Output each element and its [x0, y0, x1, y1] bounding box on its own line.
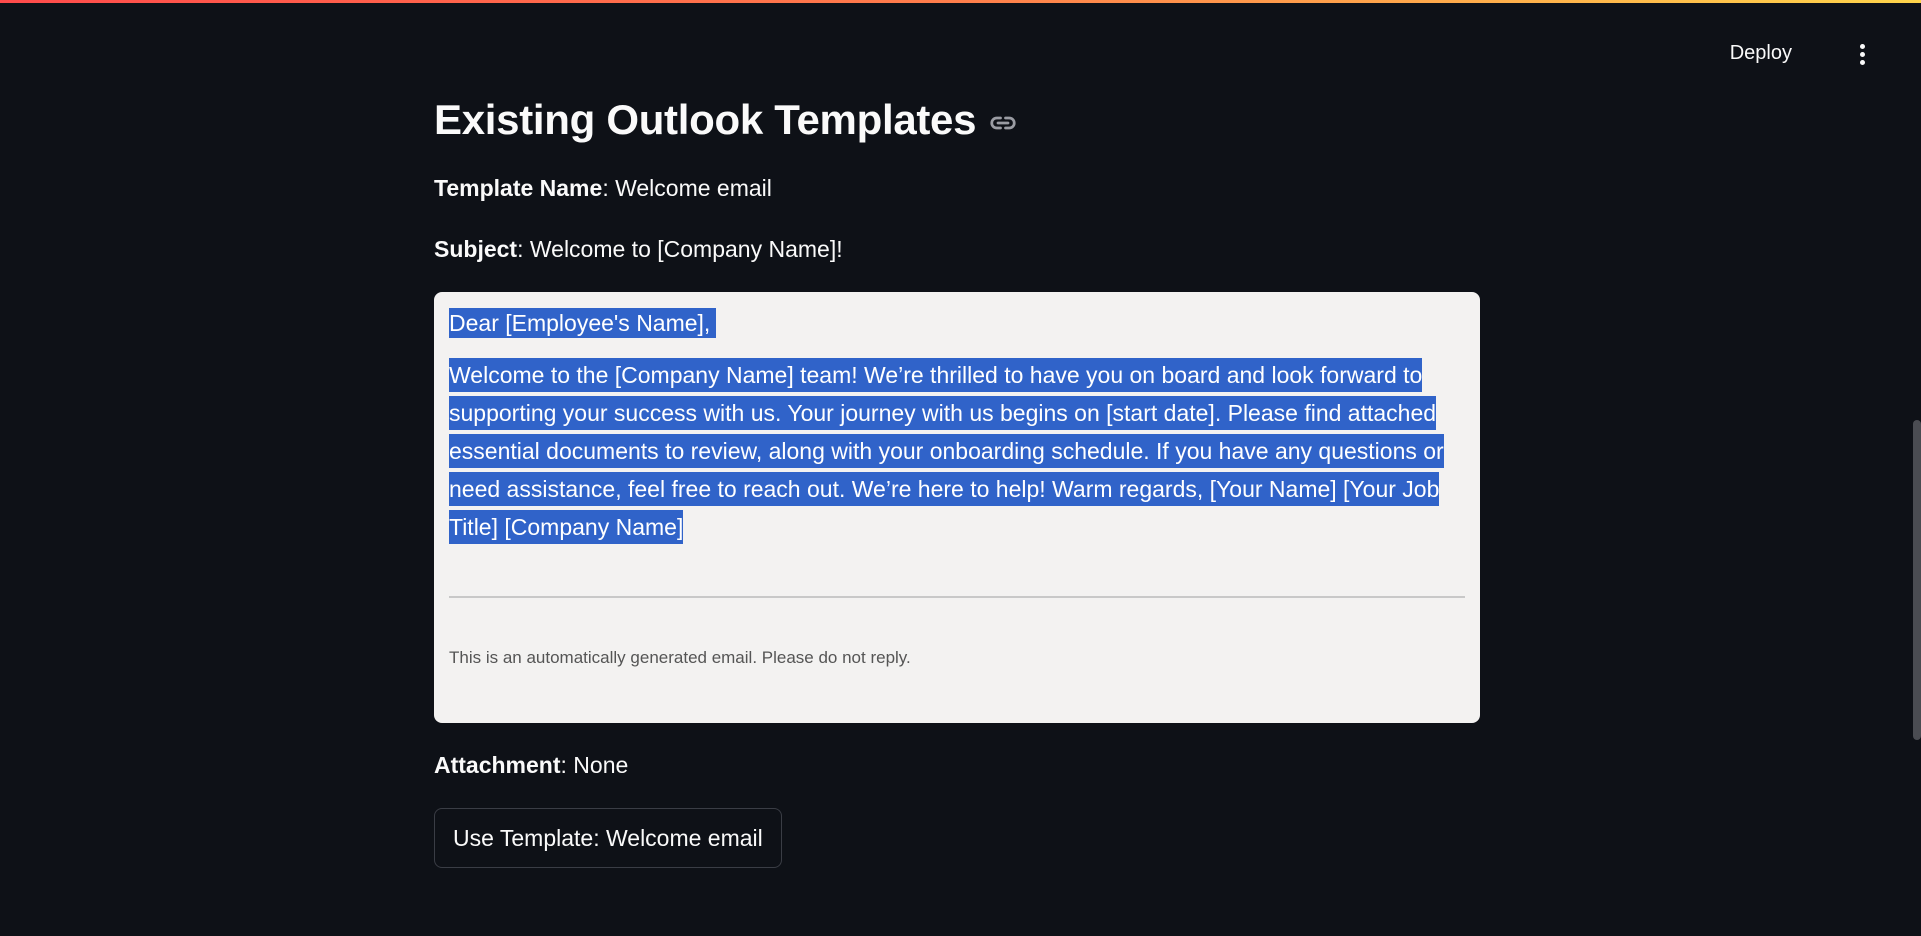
main-content: Existing Outlook Templates Template Name…: [434, 94, 1480, 868]
email-greeting: Dear [Employee's Name],: [449, 306, 1465, 340]
use-template-button[interactable]: Use Template: Welcome email: [434, 808, 782, 868]
subject-label: Subject: [434, 236, 518, 262]
email-body-text: Welcome to the [Company Name] team! We’r…: [449, 358, 1444, 544]
template-name-label: Template Name: [434, 175, 603, 201]
page-title-text: Existing Outlook Templates: [434, 96, 977, 143]
email-greeting-text: Dear [Employee's Name],: [449, 308, 717, 338]
kebab-vertical-icon: [1859, 43, 1865, 49]
email-body: Welcome to the [Company Name] team! We’r…: [449, 356, 1469, 546]
attachment-value: None: [573, 752, 629, 778]
subject-line: Subject: Welcome to [Company Name]!: [434, 236, 843, 262]
email-footer-note: This is an automatically generated email…: [449, 648, 911, 667]
app-header: Deploy: [1521, 0, 1921, 106]
template-name-value: Welcome email: [615, 175, 772, 201]
link-icon[interactable]: [988, 108, 1018, 138]
attachment-line: Attachment: None: [434, 752, 629, 778]
page-scrollbar[interactable]: [1913, 420, 1921, 740]
subject-value: Welcome to [Company Name]!: [529, 236, 843, 262]
deploy-button[interactable]: Deploy: [1722, 38, 1800, 69]
email-preview: Dear [Employee's Name], Welcome to the […: [434, 292, 1480, 723]
main-menu-button[interactable]: [1850, 40, 1874, 68]
email-divider: [449, 596, 1465, 598]
page-title: Existing Outlook Templates: [434, 94, 1480, 146]
template-name-line: Template Name: Welcome email: [434, 175, 772, 201]
attachment-label: Attachment: [434, 752, 561, 778]
